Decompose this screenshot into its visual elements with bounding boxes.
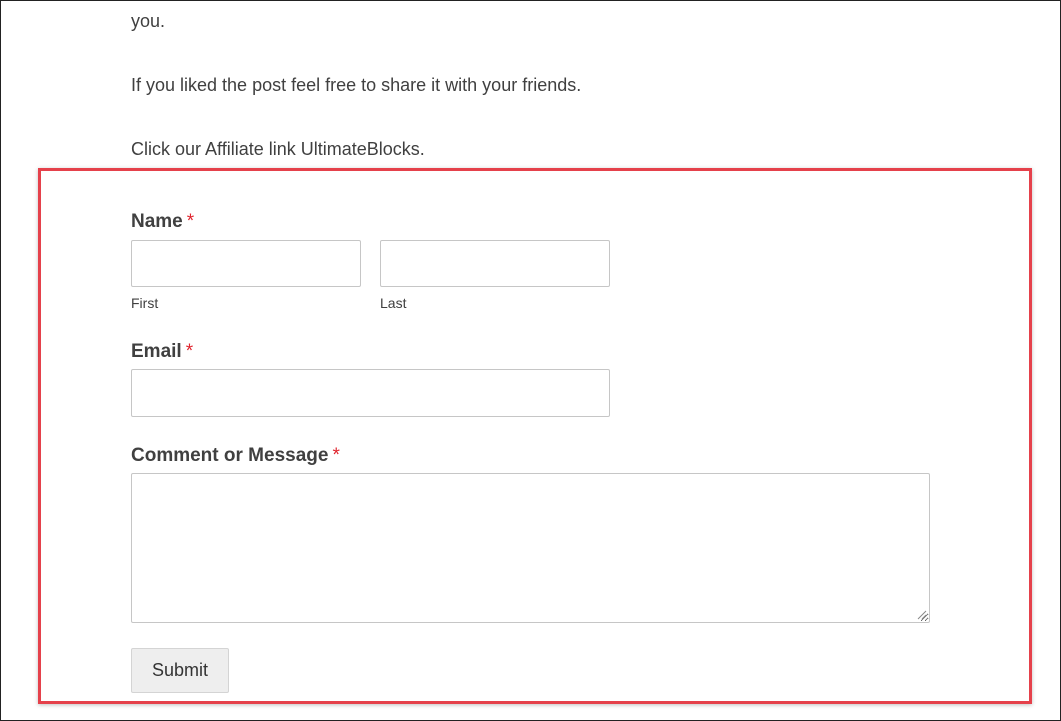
comment-label-text: Comment or Message xyxy=(131,445,329,466)
email-field-label: Email * xyxy=(131,341,193,363)
first-name-input[interactable] xyxy=(131,240,361,287)
comment-textarea[interactable] xyxy=(131,473,930,623)
required-asterisk: * xyxy=(186,211,195,232)
paragraph-text: Click our Affiliate link UltimateBlocks. xyxy=(131,139,425,159)
paragraph-text: If you liked the post feel free to share… xyxy=(131,75,582,95)
name-label-text: Name xyxy=(131,211,183,232)
name-field-label: Name * xyxy=(131,211,194,233)
submit-button[interactable]: Submit xyxy=(131,648,229,693)
email-input[interactable] xyxy=(131,369,610,417)
email-label-text: Email xyxy=(131,341,182,362)
last-name-sublabel: Last xyxy=(380,295,407,311)
required-asterisk: * xyxy=(185,341,194,362)
last-name-input[interactable] xyxy=(380,240,610,287)
required-asterisk: * xyxy=(332,445,340,466)
resize-handle-icon[interactable] xyxy=(915,608,927,620)
paragraph-text: you. xyxy=(131,11,166,31)
first-name-sublabel: First xyxy=(131,295,159,311)
comment-field-label: Comment or Message * xyxy=(131,445,340,467)
